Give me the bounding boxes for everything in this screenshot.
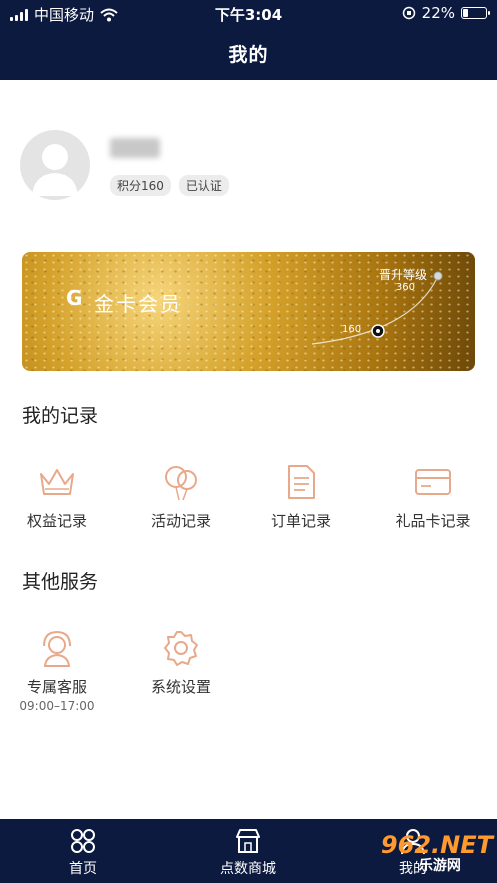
- top-bar: 中国移动 下午3:04 22% 我的: [0, 0, 497, 80]
- tab-home[interactable]: 首页: [28, 827, 138, 878]
- site-watermark: 962.NET 乐游网: [381, 831, 493, 875]
- document-icon: [288, 465, 315, 499]
- rights-record-label: 权益记录: [26, 512, 87, 530]
- order-record-button[interactable]: 订单记录: [246, 462, 356, 531]
- page-title: 我的: [228, 44, 269, 66]
- next-level-points: 360: [395, 282, 415, 293]
- membership-card[interactable]: G 金卡会员 晋升等级 360 160: [22, 252, 475, 371]
- user-name-blurred: [110, 138, 160, 158]
- services-section-title: 其他服务: [22, 571, 99, 593]
- battery-icon: [461, 7, 490, 19]
- home-grid-icon: [71, 829, 95, 853]
- brand-logo-icon: G: [66, 286, 83, 310]
- bottom-tab-bar: 首页 点数商城 我的 962.NET 乐游网: [0, 819, 497, 883]
- default-user-icon: [32, 144, 78, 196]
- store-icon: [236, 829, 260, 853]
- tab-store-label: 点数商城: [220, 861, 276, 877]
- tab-home-label: 首页: [69, 861, 97, 877]
- profile-tags: 积分160 已认证: [110, 175, 229, 196]
- battery-percent: 22%: [421, 4, 455, 22]
- card-icon: [415, 469, 451, 495]
- rights-record-button[interactable]: 权益记录: [2, 462, 112, 531]
- gear-icon: [164, 631, 198, 666]
- crown-icon: [40, 469, 74, 495]
- customer-service-button[interactable]: 专属客服 09:00–17:00: [2, 628, 112, 713]
- customer-service-label: 专属客服: [26, 678, 87, 696]
- verified-badge: 已认证: [178, 175, 229, 196]
- status-bar: 中国移动 下午3:04 22%: [0, 0, 497, 28]
- activity-record-button[interactable]: 活动记录: [126, 462, 236, 531]
- card-level-title: 金卡会员: [94, 292, 182, 316]
- points-badge: 积分160: [110, 175, 171, 196]
- service-hours: 09:00–17:00: [19, 699, 95, 713]
- status-right: 22%: [402, 4, 490, 22]
- balloon-icon: [165, 466, 197, 501]
- upgrade-label: 晋升等级: [378, 268, 427, 282]
- headset-icon: [43, 630, 71, 667]
- current-points: 160: [342, 324, 362, 335]
- giftcard-record-button[interactable]: 礼品卡记录: [378, 462, 488, 531]
- activity-record-label: 活动记录: [150, 512, 211, 530]
- avatar[interactable]: [20, 130, 90, 200]
- giftcard-record-label: 礼品卡记录: [395, 512, 471, 530]
- settings-button[interactable]: 系统设置: [126, 628, 236, 697]
- order-record-label: 订单记录: [270, 512, 331, 530]
- settings-label: 系统设置: [150, 678, 211, 696]
- records-section-title: 我的记录: [22, 405, 99, 427]
- orientation-lock-icon: [402, 6, 415, 20]
- tab-store[interactable]: 点数商城: [193, 827, 303, 878]
